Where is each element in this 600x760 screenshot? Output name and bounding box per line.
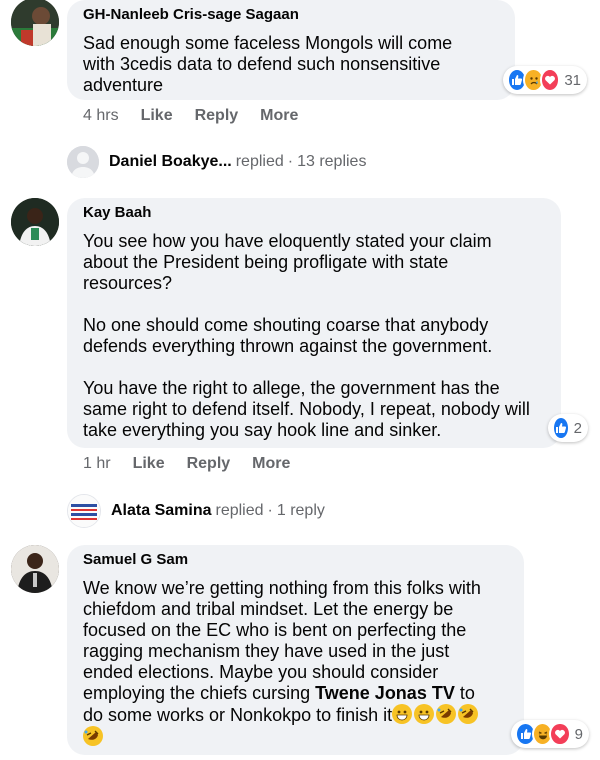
like-link[interactable]: Like — [141, 107, 173, 125]
more-link[interactable]: More — [252, 455, 290, 473]
reply-separator: · — [267, 502, 273, 519]
reaction-count: 31 — [564, 71, 581, 89]
reaction-summary[interactable]: 9 — [511, 720, 589, 748]
reaction-summary[interactable]: 31 — [503, 66, 587, 94]
love-icon — [539, 68, 561, 92]
more-link[interactable]: More — [260, 107, 298, 125]
love-icon — [549, 722, 571, 746]
comment-text: Sad enough some faceless Mongols will co… — [83, 33, 453, 95]
reaction-count: 9 — [574, 725, 583, 743]
comment-text: We know we’re getting nothing from this … — [83, 578, 508, 748]
view-replies-link[interactable]: Alata Samina replied · 1 reply — [67, 494, 325, 528]
reply-verb: replied — [215, 502, 264, 519]
reply-verb: replied — [235, 153, 284, 170]
comment-bubble: Samuel G Sam We know we’re getting nothi… — [67, 545, 524, 755]
rolling-laughing-icon — [436, 704, 457, 724]
reply-count: 13 replies — [297, 153, 367, 170]
mention-link[interactable]: Twene Jonas TV — [315, 683, 455, 703]
comment-text: You see how you have eloquently stated y… — [83, 231, 530, 440]
comment-author[interactable]: Kay Baah — [83, 203, 545, 223]
like-link[interactable]: Like — [133, 455, 165, 473]
grinning-face-icon — [392, 704, 413, 724]
reply-author: Daniel Boakye... — [109, 153, 232, 170]
comment-timestamp[interactable]: 4 hrs — [83, 107, 119, 125]
rolling-laughing-icon — [83, 726, 103, 746]
rolling-laughing-icon — [458, 704, 479, 724]
comment-author[interactable]: Samuel G Sam — [83, 550, 508, 570]
commenter-avatar[interactable] — [11, 545, 59, 593]
grinning-face-icon — [414, 704, 435, 724]
reaction-summary[interactable]: 2 — [548, 414, 588, 442]
reply-author: Alata Samina — [111, 502, 212, 519]
reply-avatar — [67, 146, 99, 178]
commenter-avatar[interactable] — [11, 198, 59, 246]
commenter-avatar[interactable] — [11, 0, 59, 46]
comment-actions: 4 hrs Like Reply More — [83, 107, 320, 125]
reply-link[interactable]: Reply — [195, 107, 239, 125]
reply-count: 1 reply — [276, 502, 325, 519]
reaction-count: 2 — [573, 419, 582, 437]
reply-link[interactable]: Reply — [187, 455, 231, 473]
view-replies-link[interactable]: Daniel Boakye... replied · 13 replies — [67, 146, 366, 178]
comment-bubble: Kay Baah You see how you have eloquently… — [67, 198, 561, 448]
comment-author[interactable]: GH-Nanleeb Cris-sage Sagaan — [83, 5, 499, 25]
reply-avatar — [67, 494, 101, 528]
comment-timestamp[interactable]: 1 hr — [83, 455, 111, 473]
comment-actions: 1 hr Like Reply More — [83, 455, 312, 473]
comment-bubble: GH-Nanleeb Cris-sage Sagaan Sad enough s… — [67, 0, 515, 100]
like-icon — [552, 416, 570, 440]
reply-separator: · — [287, 153, 294, 170]
